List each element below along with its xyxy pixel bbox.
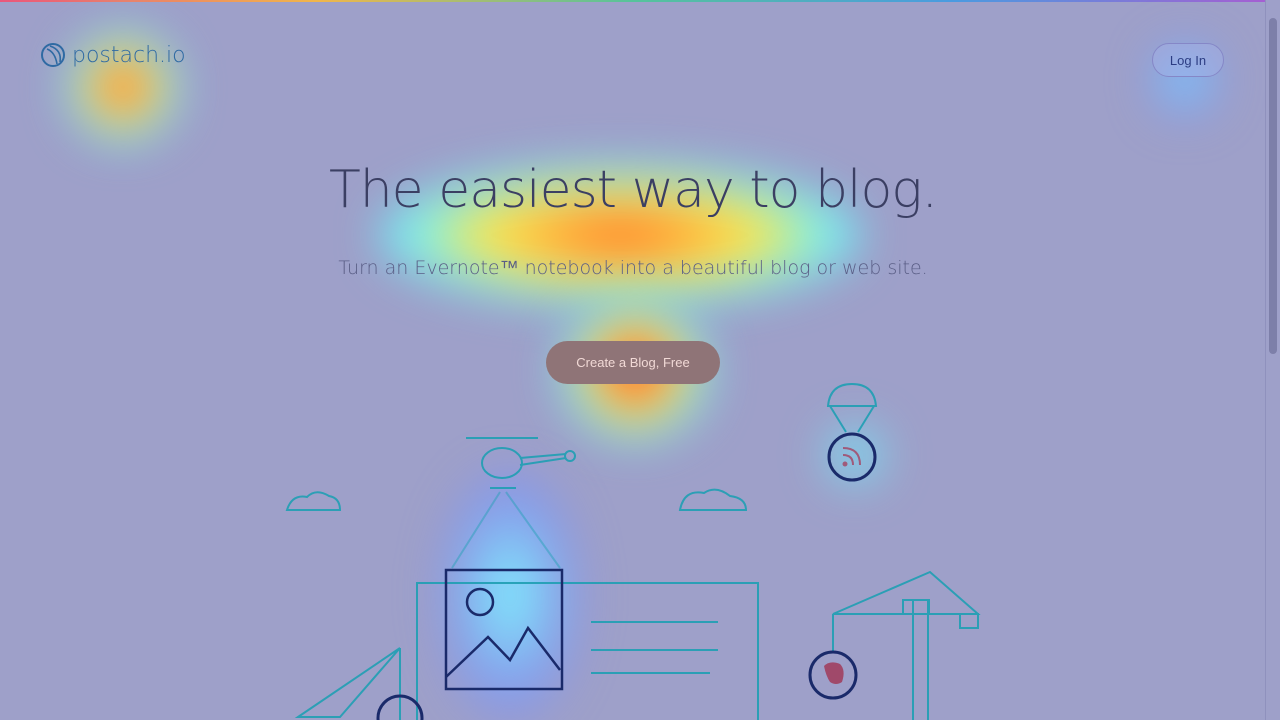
drone-tail-rotor [564, 450, 576, 462]
cloud-left-icon [285, 491, 342, 511]
evernote-elephant-icon [808, 650, 858, 700]
parachute-icon [826, 382, 878, 407]
hero-headline: The easiest way to blog. [328, 160, 938, 220]
login-button[interactable]: Log In [1152, 43, 1224, 77]
create-blog-button[interactable]: Create a Blog, Free [546, 341, 720, 384]
cloud-right-icon [678, 488, 748, 511]
scrollbar-thumb[interactable] [1269, 18, 1277, 354]
drone-body [481, 447, 523, 479]
crane-arm [832, 570, 981, 615]
paper-plane-icon [294, 647, 401, 718]
drone-tail [519, 453, 567, 466]
hero-subheadline: Turn an Evernote™ notebook into a beauti… [338, 257, 928, 279]
image-placeholder-icon [444, 568, 564, 691]
rss-icon [827, 432, 877, 482]
postachio-logo-icon [41, 43, 65, 67]
vertical-scrollbar[interactable] [1265, 0, 1280, 720]
brand-logo[interactable]: postach.io [40, 42, 186, 68]
brand-name: postach.io [72, 42, 186, 68]
